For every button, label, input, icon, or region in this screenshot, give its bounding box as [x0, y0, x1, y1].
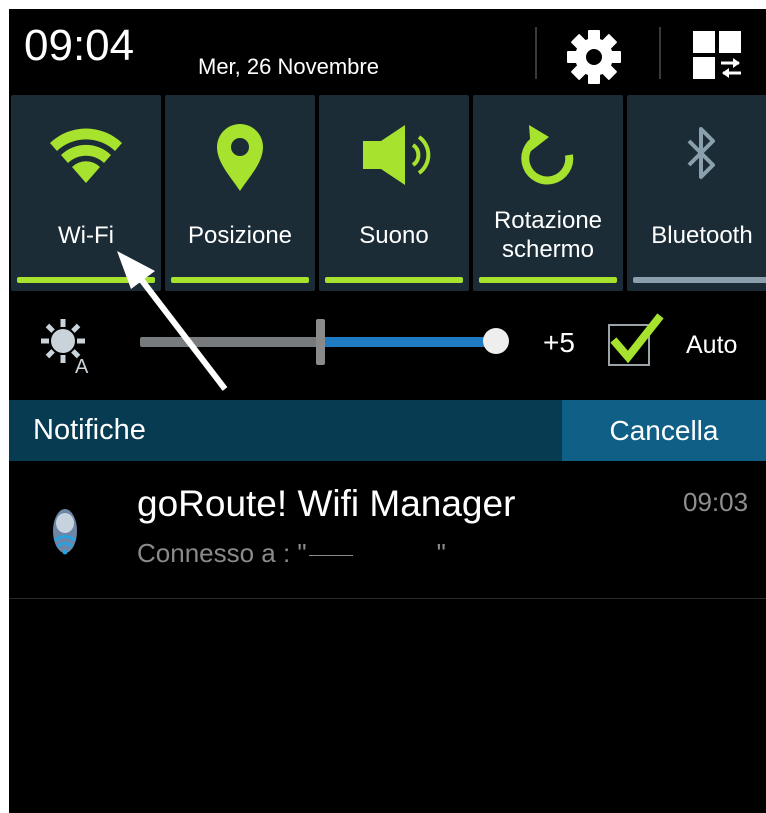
brightness-level: +5: [543, 327, 575, 358]
brightness-slider-fill: [321, 337, 496, 347]
toggle-state-bar: [479, 277, 617, 283]
brightness-slider-midpoint: [316, 319, 325, 365]
svg-text:A: A: [75, 356, 89, 375]
quick-toggles: Wi-Fi Posizione Suono Rotazione schermo …: [9, 95, 766, 291]
toggle-label: Rotazione schermo: [493, 207, 603, 263]
toggle-label: Posizione: [187, 221, 293, 249]
toggle-label: Wi-Fi: [58, 221, 114, 249]
redacted-ssid: [308, 554, 353, 556]
toggle-state-bar: [633, 277, 766, 283]
toggle-location[interactable]: Posizione: [165, 95, 315, 291]
wifi-icon: [11, 115, 161, 195]
divider: [9, 598, 766, 599]
auto-brightness-checkbox[interactable]: [606, 311, 664, 369]
speaker-icon: [319, 115, 469, 195]
bluetooth-icon: [627, 115, 766, 195]
toggle-bluetooth[interactable]: Bluetooth: [627, 95, 766, 291]
settings-gear-icon[interactable]: [564, 27, 624, 87]
clock: 09:04: [24, 21, 135, 70]
toggle-rotation[interactable]: Rotazione schermo: [473, 95, 623, 291]
rotate-icon: [473, 115, 623, 195]
header-divider: [659, 27, 661, 79]
toggle-state-bar: [17, 277, 155, 283]
status-header: 09:04 Mer, 26 Novembre: [9, 9, 766, 95]
toggle-sound[interactable]: Suono: [319, 95, 469, 291]
notification-shade: 09:04 Mer, 26 Novembre Wi-Fi Posizione S…: [9, 9, 766, 813]
toggle-label: Suono: [359, 221, 429, 249]
auto-brightness-label: Auto: [686, 331, 738, 359]
notifications-title: Notifiche: [33, 414, 146, 446]
header-divider: [535, 27, 537, 79]
notification-app-name: goRoute! Wifi Manager: [137, 483, 516, 524]
toggle-state-bar: [171, 277, 309, 283]
brightness-row: A +5 Auto: [9, 291, 766, 399]
notification-text: Connesso a : " ": [137, 538, 446, 569]
notification-time: 09:03: [683, 487, 749, 517]
quick-settings-grid-icon[interactable]: [689, 27, 745, 83]
brightness-slider-track[interactable]: [140, 337, 321, 347]
toggle-wifi[interactable]: Wi-Fi: [11, 95, 161, 291]
notification-item[interactable]: goRoute! Wifi Manager 09:03 Connesso a :…: [9, 461, 766, 599]
notifications-header: Notifiche Cancella: [9, 400, 766, 461]
notification-text-suffix: ": [436, 538, 446, 568]
clear-notifications-button[interactable]: Cancella: [562, 400, 766, 461]
date-label: Mer, 26 Novembre: [198, 54, 379, 79]
location-pin-icon: [165, 115, 315, 195]
brightness-slider-thumb[interactable]: [483, 328, 509, 354]
brightness-auto-icon: A: [39, 315, 95, 378]
notification-text-prefix: Connesso a : ": [137, 538, 307, 568]
toggle-label: Bluetooth: [651, 221, 753, 249]
app-logo-icon: [47, 503, 83, 559]
toggle-state-bar: [325, 277, 463, 283]
